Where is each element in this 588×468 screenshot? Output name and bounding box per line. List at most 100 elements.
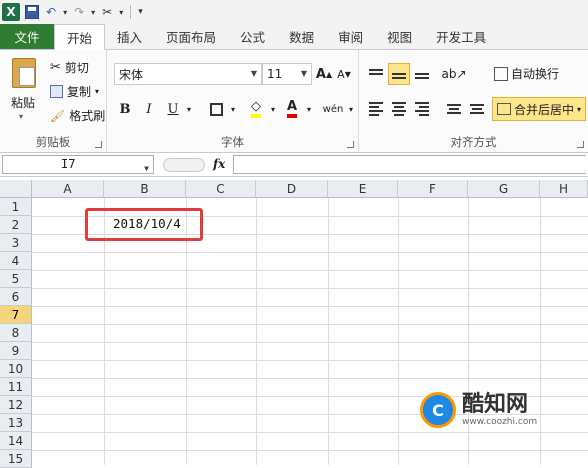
column-header-e[interactable]: E — [328, 180, 398, 198]
tab-data[interactable]: 数据 — [277, 24, 326, 49]
wrap-text-button[interactable]: 自动换行 — [494, 65, 559, 82]
row-header-11[interactable]: 11 — [0, 378, 32, 396]
fill-color-dropdown[interactable]: ▾ — [267, 98, 279, 120]
paste-dropdown[interactable]: ▾ — [19, 112, 23, 121]
tab-home[interactable]: 开始 — [54, 24, 106, 50]
phonetic-dropdown[interactable]: ▾ — [345, 98, 357, 120]
italic-button[interactable]: I — [139, 98, 159, 120]
chevron-down-icon: ▾ — [91, 7, 96, 17]
excel-logo-icon: X — [2, 3, 20, 21]
copy-icon — [50, 85, 63, 98]
font-color-button[interactable]: A — [281, 98, 303, 120]
tab-view[interactable]: 视图 — [375, 24, 424, 49]
row-header-8[interactable]: 8 — [0, 324, 32, 342]
cut-button[interactable]: ✂ 剪切 — [50, 59, 89, 76]
paste-button[interactable]: 粘贴 — [11, 94, 35, 111]
row-header-6[interactable]: 6 — [0, 288, 32, 306]
orientation-button[interactable]: ab↗ — [441, 63, 466, 85]
tab-file[interactable]: 文件 — [0, 24, 54, 49]
customize-qat-button[interactable]: ▾ — [136, 3, 145, 21]
row-header-14[interactable]: 14 — [0, 432, 32, 450]
column-header-c[interactable]: C — [186, 180, 256, 198]
row-header-2[interactable]: 2 — [0, 216, 32, 234]
undo-button[interactable]: ↶ — [44, 3, 58, 21]
row-header-15[interactable]: 15 — [0, 450, 32, 468]
row-header-10[interactable]: 10 — [0, 360, 32, 378]
tab-developer[interactable]: 开发工具 — [424, 24, 498, 49]
tools-dropdown[interactable]: ▾ — [117, 3, 125, 21]
save-button[interactable] — [23, 3, 41, 21]
fill-color-button[interactable]: ◇ — [245, 98, 267, 120]
column-header-b[interactable]: B — [104, 180, 186, 198]
font-color-dropdown[interactable]: ▾ — [303, 98, 315, 120]
undo-dropdown[interactable]: ▾ — [61, 3, 69, 21]
column-header-a[interactable]: A — [32, 180, 104, 198]
select-all-button[interactable] — [0, 180, 32, 198]
ribbon-tabs: 文件 开始 插入 页面布局 公式 数据 审阅 视图 开发工具 — [0, 24, 588, 50]
underline-dropdown[interactable]: ▾ — [183, 98, 195, 120]
clipboard-launcher-icon[interactable] — [95, 141, 102, 148]
quick-access-toolbar: X ↶ ▾ ↷ ▾ ✂ ▾ ▾ — [0, 0, 588, 24]
row-header-4[interactable]: 4 — [0, 252, 32, 270]
align-left-button[interactable] — [365, 98, 387, 120]
wrap-text-icon — [494, 66, 508, 81]
format-painter-button[interactable]: 🖌 格式刷 — [50, 107, 105, 124]
row-header-3[interactable]: 3 — [0, 234, 32, 252]
column-header-h[interactable]: H — [540, 180, 588, 198]
grid-line — [540, 198, 541, 465]
column-header-g[interactable]: G — [468, 180, 540, 198]
align-center-button[interactable] — [388, 98, 410, 120]
copy-label: 复制 — [67, 85, 92, 99]
increase-indent-button[interactable] — [466, 98, 488, 120]
column-header-d[interactable]: D — [256, 180, 328, 198]
copy-button[interactable]: 复制 ▾ — [50, 83, 99, 100]
bottom-align-button[interactable] — [411, 63, 433, 85]
tab-insert[interactable]: 插入 — [105, 24, 154, 49]
shrink-font-button[interactable]: A ▼ — [335, 63, 353, 85]
top-align-button[interactable] — [365, 63, 387, 85]
phonetic-button[interactable]: wén — [321, 98, 345, 120]
row-header-5[interactable]: 5 — [0, 270, 32, 288]
chevron-down-icon: ▼ — [300, 69, 307, 78]
row-header-7[interactable]: 7 — [0, 306, 32, 324]
formula-input[interactable] — [233, 155, 586, 174]
watermark-url: www.coozhi.com — [462, 417, 538, 427]
font-size-select[interactable]: 11 ▼ — [262, 63, 312, 85]
row-header-1[interactable]: 1 — [0, 198, 32, 216]
border-dropdown[interactable]: ▾ — [227, 98, 239, 120]
font-name-select[interactable]: 宋体 ▼ — [114, 63, 262, 85]
tab-page-layout[interactable]: 页面布局 — [154, 24, 228, 49]
chevron-down-icon: ▾ — [95, 87, 100, 96]
font-launcher-icon[interactable] — [347, 141, 354, 148]
align-right-button[interactable] — [411, 98, 433, 120]
tab-review[interactable]: 审阅 — [326, 24, 375, 49]
redo-dropdown[interactable]: ▾ — [89, 3, 97, 21]
tab-formulas[interactable]: 公式 — [228, 24, 277, 49]
grow-font-button[interactable]: A ▲ — [315, 63, 333, 85]
formula-bar-resize-handle[interactable] — [163, 158, 205, 172]
bold-button[interactable]: B — [115, 98, 135, 120]
chevron-down-icon: ▾ — [119, 7, 124, 17]
insert-function-button[interactable]: fx — [213, 157, 225, 171]
phonetic-icon: wén — [322, 103, 344, 115]
decrease-indent-button[interactable] — [443, 98, 465, 120]
column-header-f[interactable]: F — [398, 180, 468, 198]
grid-line — [32, 252, 588, 253]
row-header-9[interactable]: 9 — [0, 342, 32, 360]
row-header-12[interactable]: 12 — [0, 396, 32, 414]
middle-align-button[interactable] — [388, 63, 410, 85]
underline-button[interactable]: U — [163, 98, 183, 120]
tools-button[interactable]: ✂ — [100, 3, 114, 21]
formula-bar: I7 ▼ fx — [0, 153, 588, 177]
row-header-13[interactable]: 13 — [0, 414, 32, 432]
redo-button[interactable]: ↷ — [72, 3, 86, 21]
watermark-name: 酷知网 — [462, 392, 529, 417]
alignment-launcher-icon[interactable] — [577, 141, 584, 148]
name-box[interactable]: I7 ▼ — [2, 155, 154, 174]
chevron-down-icon: ▼ — [144, 164, 149, 173]
redo-icon: ↷ — [74, 5, 85, 19]
merge-center-button[interactable]: 合并后居中 ▾ — [492, 97, 587, 121]
paste-icon[interactable] — [12, 58, 36, 88]
border-icon — [209, 102, 223, 116]
border-button[interactable] — [205, 98, 227, 120]
